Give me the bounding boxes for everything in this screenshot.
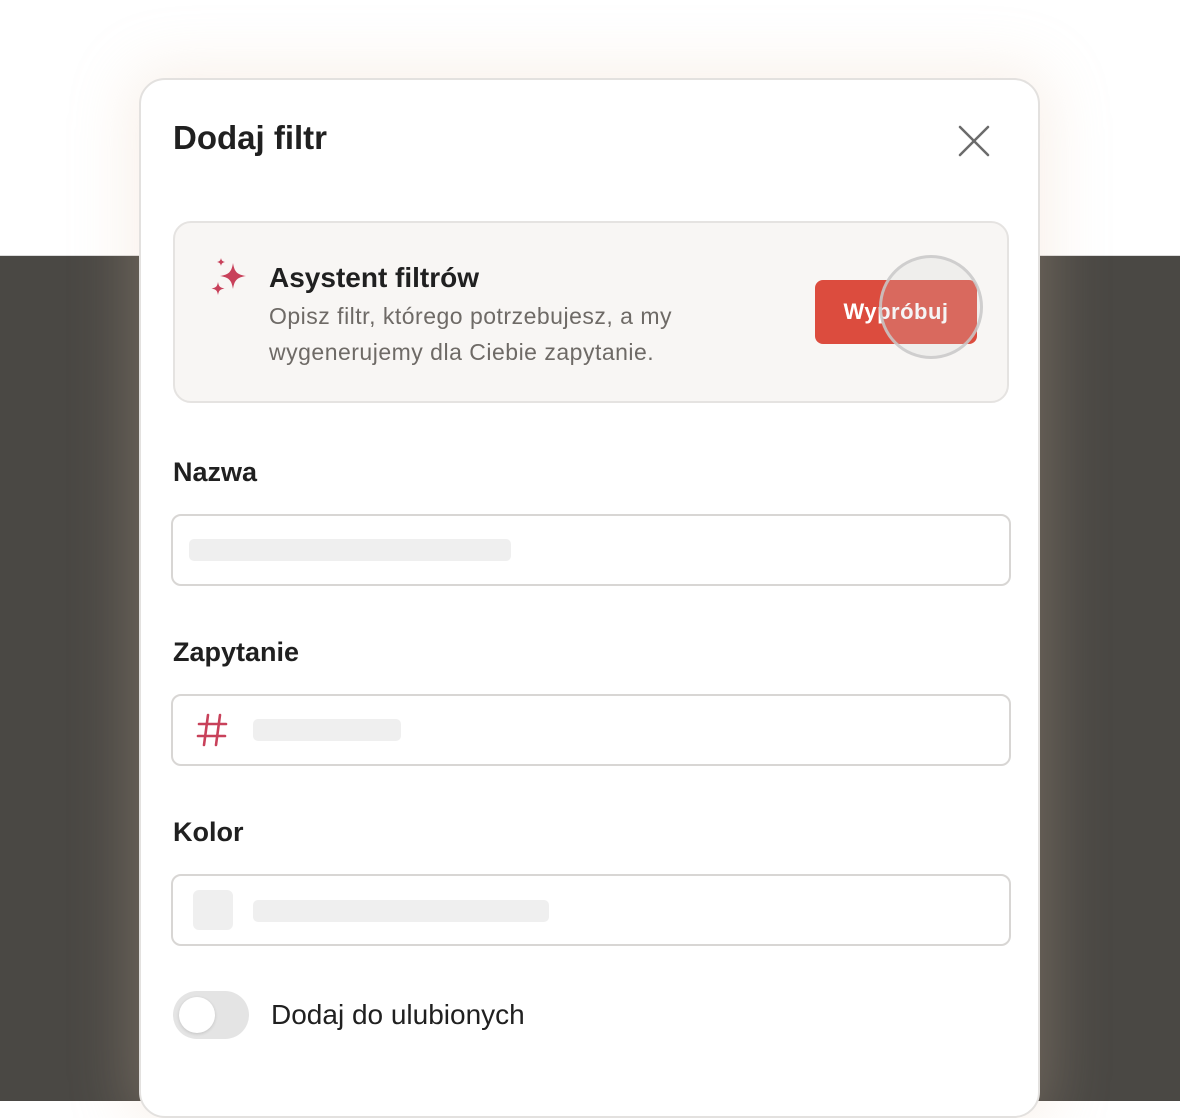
toggle-knob bbox=[179, 997, 215, 1033]
name-label: Nazwa bbox=[173, 457, 258, 487]
assistant-description: Opisz filtr, którego potrzebujesz, a my … bbox=[269, 303, 672, 365]
add-filter-dialog: Dodaj filtr Asystent filtrów Opisz filtr… bbox=[139, 78, 1040, 1118]
input-placeholder-skeleton bbox=[253, 719, 401, 741]
dialog-title: Dodaj filtr bbox=[173, 119, 327, 156]
query-input[interactable] bbox=[171, 694, 1011, 766]
filter-assistant-card: Asystent filtrów Opisz filtr, którego po… bbox=[173, 221, 1009, 403]
input-placeholder-skeleton bbox=[189, 539, 511, 561]
close-button[interactable] bbox=[949, 120, 999, 162]
favorite-toggle[interactable] bbox=[173, 991, 249, 1039]
color-label: Kolor bbox=[173, 817, 244, 847]
favorite-toggle-label: Dodaj do ulubionych bbox=[271, 999, 525, 1030]
assistant-title: Asystent filtrów bbox=[269, 262, 480, 293]
close-icon bbox=[958, 125, 990, 157]
query-label: Zapytanie bbox=[173, 637, 300, 667]
name-input[interactable] bbox=[171, 514, 1011, 586]
try-assistant-button[interactable]: Wypróbuj bbox=[815, 280, 977, 344]
input-placeholder-skeleton bbox=[253, 900, 549, 922]
color-select[interactable] bbox=[171, 874, 1011, 946]
sparkles-icon bbox=[211, 258, 246, 295]
hash-icon bbox=[196, 713, 228, 747]
color-swatch bbox=[193, 890, 233, 930]
